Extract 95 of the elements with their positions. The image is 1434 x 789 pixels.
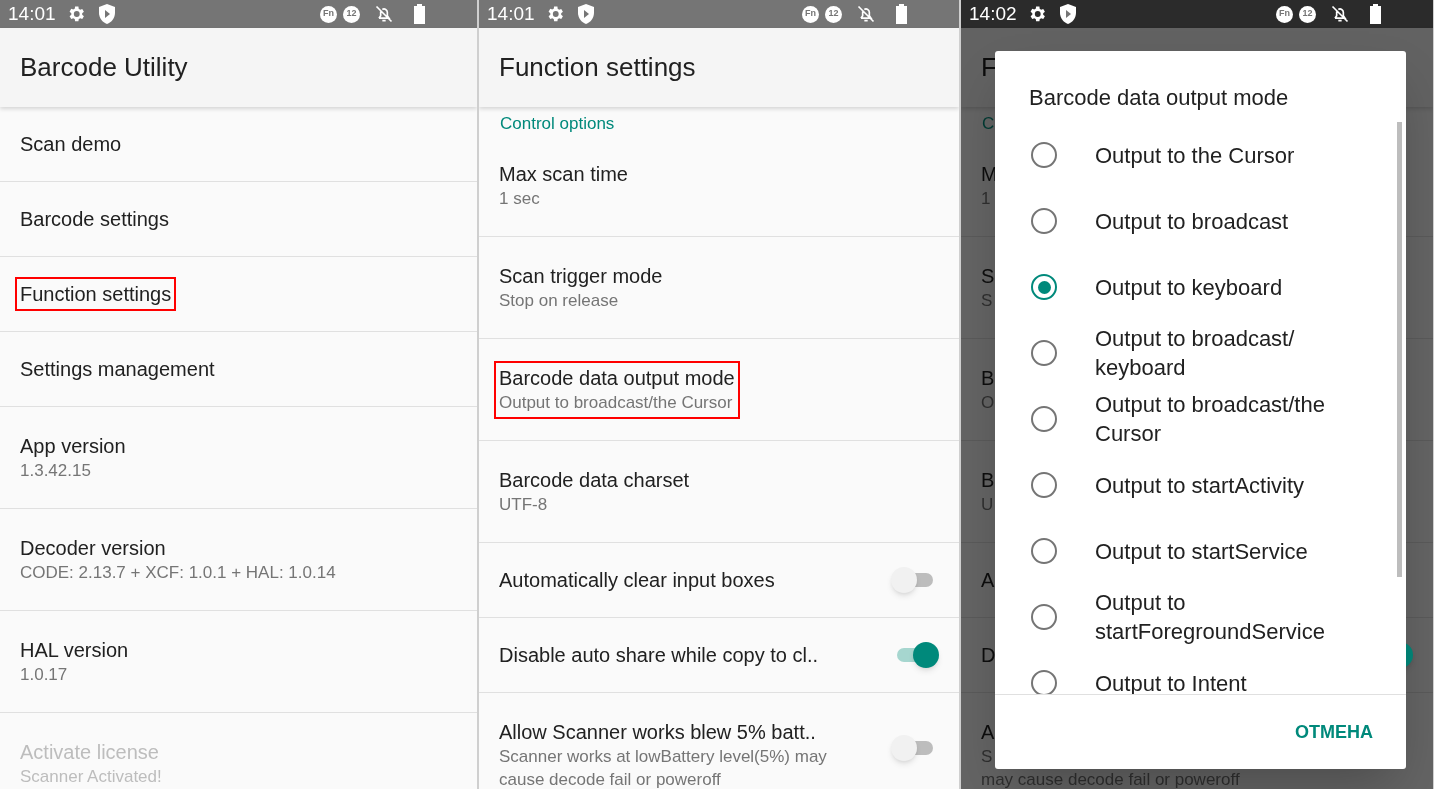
settings-row[interactable]: Barcode settings	[0, 182, 477, 257]
settings-row[interactable]: Barcode data output mode Output to broadcast/the Cursor	[479, 339, 959, 441]
settings-row[interactable]: Allow Scanner works blew 5% batt.. Scanner works at lowBattery level(5%) may cause decode fail or poweroff	[479, 693, 959, 789]
setting-title: S	[981, 263, 995, 289]
setting-title: Max scan time	[499, 161, 628, 187]
section-header: C	[982, 113, 995, 135]
setting-title: B	[981, 365, 995, 391]
setting-title: Activate license	[20, 739, 160, 765]
radio-button[interactable]	[1031, 274, 1057, 300]
radio-option[interactable]: Output to broadcast/ keyboard	[995, 320, 1406, 386]
radio-button[interactable]	[1031, 340, 1057, 366]
setting-title: Disable auto share while copy to cl..	[499, 643, 819, 668]
status-indicator: Fn	[802, 5, 819, 23]
settings-row[interactable]: Automatically clear input boxes	[479, 543, 959, 618]
shield-play-icon	[576, 4, 595, 24]
radio-button[interactable]	[1031, 604, 1057, 630]
option-label: Output to broadcast/ keyboard	[1095, 325, 1296, 382]
radio-button[interactable]	[1031, 208, 1057, 234]
clock: 14:02	[969, 1, 1017, 26]
status-indicator: Fn	[320, 5, 337, 23]
radio-button[interactable]	[1031, 142, 1057, 168]
radio-option[interactable]: Output to the Cursor	[995, 122, 1406, 188]
settings-row[interactable]: Max scan time 1 sec	[479, 135, 959, 237]
setting-title: Barcode data charset	[499, 467, 690, 493]
setting-title: Decoder version	[20, 535, 167, 561]
radio-option[interactable]: Output to startForegroundService	[995, 584, 1406, 650]
radio-option[interactable]: Output to keyboard	[995, 254, 1406, 320]
setting-summary: 1 sec	[499, 187, 541, 210]
option-label: Output to startActivity	[1095, 471, 1306, 500]
status-indicator: 12	[343, 5, 360, 23]
option-label: Output to broadcast	[1095, 207, 1290, 236]
section-header: Control options	[500, 113, 615, 135]
settings-row[interactable]: Decoder version CODE: 2.13.7 + XCF: 1.0.1 + HAL: 1.0.14	[0, 509, 477, 611]
battery-icon	[414, 4, 425, 24]
option-label: Output to the Cursor	[1095, 141, 1296, 170]
settings-row[interactable]: Settings management	[0, 332, 477, 407]
dialog-title: Barcode data output mode	[1028, 84, 1290, 112]
setting-summary: 1.0.17	[20, 663, 69, 686]
setting-title: Function settings	[20, 282, 172, 307]
app-bar-title: Function settings	[499, 51, 696, 84]
battery-icon	[1370, 4, 1381, 24]
setting-title: A	[981, 720, 996, 745]
bell-off-icon	[856, 4, 876, 24]
radio-option[interactable]: Output to startActivity	[995, 452, 1406, 518]
clock: 14:01	[487, 1, 535, 26]
radio-button[interactable]	[1031, 538, 1057, 564]
bell-off-icon	[1330, 4, 1350, 24]
settings-row[interactable]: Scan demo	[0, 107, 477, 182]
scrollbar[interactable]	[1397, 122, 1402, 577]
app-bar-title: Barcode Utility	[20, 51, 188, 84]
settings-row[interactable]: Scan trigger mode Stop on release	[479, 237, 959, 339]
setting-summary: Output to broadcast/the Cursor	[499, 391, 734, 414]
radio-option[interactable]: Output to broadcast	[995, 188, 1406, 254]
setting-summary: 1.3.42.15	[20, 459, 92, 482]
status-indicator: 12	[825, 5, 842, 23]
settings-row[interactable]: Function settings	[0, 257, 477, 332]
setting-title: Settings management	[20, 357, 215, 382]
option-label: Output to startService	[1095, 537, 1309, 566]
settings-row[interactable]: Barcode data charset UTF-8	[479, 441, 959, 543]
bell-off-icon	[374, 4, 394, 24]
radio-option[interactable]: Output to startService	[995, 518, 1406, 584]
shield-play-icon	[97, 4, 116, 24]
settings-row[interactable]: Disable auto share while copy to cl..	[479, 618, 959, 693]
setting-summary: Stop on release	[499, 289, 620, 312]
setting-title: Barcode settings	[20, 207, 169, 232]
setting-title: Allow Scanner works blew 5% batt..	[499, 720, 817, 745]
setting-summary: Scanner Activated!	[20, 765, 162, 788]
setting-summary: UTF-8	[499, 493, 549, 516]
option-label: Output to keyboard	[1095, 273, 1284, 302]
setting-title: Barcode data output mode	[499, 365, 735, 391]
radio-button[interactable]	[1031, 472, 1057, 498]
setting-summary: Scanner works at lowBattery level(5%) may cause decode fail or poweroff	[499, 746, 828, 789]
settings-row[interactable]: App version 1.3.42.15	[0, 407, 477, 509]
radio-button[interactable]	[1031, 406, 1057, 432]
setting-title: Scan trigger mode	[499, 263, 663, 289]
shield-play-icon	[1058, 4, 1077, 24]
status-indicator: 12	[1299, 5, 1316, 23]
setting-summary: CODE: 2.13.7 + XCF: 1.0.1 + HAL: 1.0.14	[20, 561, 336, 584]
setting-title: D	[981, 643, 996, 668]
setting-title: HAL version	[20, 637, 129, 663]
setting-title: Automatically clear input boxes	[499, 568, 775, 593]
setting-title: B	[981, 467, 995, 493]
setting-title: A	[981, 568, 995, 593]
settings-row[interactable]: HAL version 1.0.17	[0, 611, 477, 713]
radio-option[interactable]: Output to broadcast/the Cursor	[995, 386, 1406, 452]
battery-icon	[896, 4, 907, 24]
setting-title: App version	[20, 433, 126, 459]
option-label: Output to broadcast/the Cursor	[1095, 391, 1326, 448]
cancel-button[interactable]: ОТМЕНА	[1295, 718, 1373, 746]
clock: 14:01	[8, 1, 56, 26]
app-bar-title: F	[981, 51, 997, 84]
option-label: Output to startForegroundService	[1095, 589, 1326, 646]
setting-title: Scan demo	[20, 132, 122, 157]
radio-button[interactable]	[1031, 670, 1057, 694]
status-indicator: Fn	[1276, 5, 1293, 23]
